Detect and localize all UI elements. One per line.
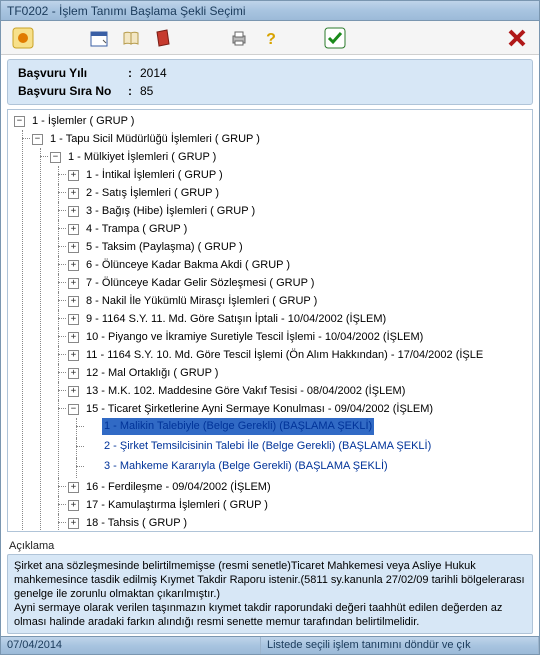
tree-node-label: 7 - Ölünceye Kadar Gelir Sözleşmesi ( GR…: [84, 275, 316, 292]
expand-icon[interactable]: +: [68, 518, 79, 529]
tree-node[interactable]: +10 - Piyango ve İkramiye Suretiyle Tesc…: [68, 329, 425, 346]
tree-node-label: 12 - Mal Ortaklığı ( GRUP ): [84, 365, 220, 382]
tree: − 1 - İşlemler ( GRUP ) − 1 - Tapu Sicil…: [8, 110, 532, 532]
status-message: Listede seçili işlem tanımını döndür ve …: [261, 637, 539, 654]
expand-icon[interactable]: +: [68, 500, 79, 511]
year-label: Başvuru Yılı: [18, 64, 128, 82]
calendar-icon[interactable]: [85, 24, 113, 52]
collapse-icon[interactable]: −: [14, 116, 25, 127]
expand-icon[interactable]: +: [68, 386, 79, 397]
tree-node[interactable]: +4 - Trampa ( GRUP ): [68, 221, 189, 238]
tree-node[interactable]: +9 - 1164 S.Y. 11. Md. Göre Satışın İpta…: [68, 311, 388, 328]
tree-node[interactable]: +3 - Bağış (Hibe) İşlemleri ( GRUP ): [68, 203, 257, 220]
window-title: TF0202 - İşlem Tanımı Başlama Şekli Seçi…: [7, 4, 246, 18]
tree-node[interactable]: +18 - Tahsis ( GRUP ): [68, 515, 189, 532]
tree-node[interactable]: +5 - Taksim (Paylaşma) ( GRUP ): [68, 239, 245, 256]
expand-icon[interactable]: +: [68, 368, 79, 379]
tree-node-label: 17 - Kamulaştırma İşlemleri ( GRUP ): [84, 497, 270, 514]
close-button[interactable]: [503, 24, 531, 52]
tree-node-label: 11 - 1164 S.Y. 10. Md. Göre Tescil İşlem…: [84, 347, 485, 364]
book-open-icon[interactable]: [117, 24, 145, 52]
tree-container[interactable]: − 1 - İşlemler ( GRUP ) − 1 - Tapu Sicil…: [7, 109, 533, 532]
svg-text:?: ?: [266, 31, 276, 48]
tree-node[interactable]: +13 - M.K. 102. Maddesine Göre Vakıf Tes…: [68, 383, 407, 400]
tree-node-label: 10 - Piyango ve İkramiye Suretiyle Tesci…: [84, 329, 425, 346]
tree-node[interactable]: +2 - Satış İşlemleri ( GRUP ): [68, 185, 221, 202]
tree-node-label: 2 - Satış İşlemleri ( GRUP ): [84, 185, 221, 202]
expand-icon[interactable]: +: [68, 224, 79, 235]
header-panel: Başvuru Yılı : 2014 Başvuru Sıra No : 85: [7, 59, 533, 105]
expand-icon[interactable]: +: [68, 296, 79, 307]
expand-icon[interactable]: +: [68, 332, 79, 343]
tree-leaf-label: 3 - Mahkeme Kararıyla (Belge Gerekli) (B…: [102, 458, 390, 475]
seq-label: Başvuru Sıra No: [18, 82, 128, 100]
tree-node-tapu[interactable]: − 1 - Tapu Sicil Müdürlüğü İşlemleri ( G…: [32, 131, 262, 148]
tree-node[interactable]: +11 - 1164 S.Y. 10. Md. Göre Tescil İşle…: [68, 347, 485, 364]
expand-icon[interactable]: −: [68, 404, 79, 415]
tree-node-label: 5 - Taksim (Paylaşma) ( GRUP ): [84, 239, 245, 256]
tree-node-label: 4 - Trampa ( GRUP ): [84, 221, 189, 238]
description-body: Şirket ana sözleşmesinde belirtilmemişse…: [7, 554, 533, 634]
tree-leaf-label: 1 - Malikin Talebiyle (Belge Gerekli) (B…: [102, 418, 374, 435]
expand-icon[interactable]: +: [68, 170, 79, 181]
print-icon[interactable]: [225, 24, 253, 52]
expand-icon[interactable]: +: [68, 188, 79, 199]
tree-node-label: 16 - Ferdileşme - 09/04/2002 (İŞLEM): [84, 479, 273, 496]
titlebar: TF0202 - İşlem Tanımı Başlama Şekli Seçi…: [1, 1, 539, 21]
expand-icon[interactable]: +: [68, 350, 79, 361]
tree-node[interactable]: +7 - Ölünceye Kadar Gelir Sözleşmesi ( G…: [68, 275, 316, 292]
status-date: 07/04/2014: [1, 637, 261, 654]
ok-button[interactable]: [321, 24, 349, 52]
tree-leaf-label: 2 - Şirket Temsilcisinin Talebi İle (Bel…: [102, 438, 433, 455]
tree-node[interactable]: −15 - Ticaret Şirketlerine Ayni Sermaye …: [68, 401, 435, 418]
collapse-icon[interactable]: −: [50, 152, 61, 163]
collapse-icon[interactable]: −: [32, 134, 43, 145]
tree-node-label: 3 - Bağış (Hibe) İşlemleri ( GRUP ): [84, 203, 257, 220]
tree-node[interactable]: +1 - İntikal İşlemleri ( GRUP ): [68, 167, 225, 184]
description-panel: Açıklama Şirket ana sözleşmesinde belirt…: [7, 536, 533, 634]
toolbar: ?: [1, 21, 539, 54]
tree-node-mulkiyet[interactable]: − 1 - Mülkiyet İşlemleri ( GRUP ): [50, 149, 218, 166]
tree-node-label: 1 - İntikal İşlemleri ( GRUP ): [84, 167, 225, 184]
tree-node-label: 18 - Tahsis ( GRUP ): [84, 515, 189, 532]
app-window: TF0202 - İşlem Tanımı Başlama Şekli Seçi…: [0, 0, 540, 655]
year-value: 2014: [140, 64, 167, 82]
tree-node-label: 6 - Ölünceye Kadar Bakma Akdi ( GRUP ): [84, 257, 292, 274]
tree-leaf[interactable]: 1 - Malikin Talebiyle (Belge Gerekli) (B…: [86, 418, 374, 435]
tree-node[interactable]: +8 - Nakil İle Yükümlü Mirasçı İşlemleri…: [68, 293, 319, 310]
description-title: Açıklama: [9, 540, 531, 552]
expand-icon[interactable]: +: [68, 482, 79, 493]
tree-node[interactable]: +17 - Kamulaştırma İşlemleri ( GRUP ): [68, 497, 270, 514]
tree-node-label: 15 - Ticaret Şirketlerine Ayni Sermaye K…: [84, 401, 435, 418]
expand-icon[interactable]: +: [68, 206, 79, 217]
book-red-icon[interactable]: [149, 24, 177, 52]
tree-node-root[interactable]: − 1 - İşlemler ( GRUP ): [14, 113, 136, 130]
expand-icon[interactable]: +: [68, 242, 79, 253]
tree-node[interactable]: +6 - Ölünceye Kadar Bakma Akdi ( GRUP ): [68, 257, 292, 274]
statusbar: 07/04/2014 Listede seçili işlem tanımını…: [1, 636, 539, 654]
expand-icon[interactable]: +: [68, 314, 79, 325]
help-icon[interactable]: ?: [257, 24, 285, 52]
tree-node[interactable]: +16 - Ferdileşme - 09/04/2002 (İŞLEM): [68, 479, 273, 496]
tree-node[interactable]: +12 - Mal Ortaklığı ( GRUP ): [68, 365, 220, 382]
seq-value: 85: [140, 82, 153, 100]
expand-icon[interactable]: +: [68, 278, 79, 289]
tree-leaf[interactable]: 2 - Şirket Temsilcisinin Talebi İle (Bel…: [86, 438, 433, 455]
tree-node-label: 8 - Nakil İle Yükümlü Mirasçı İşlemleri …: [84, 293, 319, 310]
expand-icon[interactable]: +: [68, 260, 79, 271]
tree-node-label: 13 - M.K. 102. Maddesine Göre Vakıf Tesi…: [84, 383, 407, 400]
app-icon: [9, 24, 37, 52]
tree-node-label: 9 - 1164 S.Y. 11. Md. Göre Satışın İptal…: [84, 311, 388, 328]
tree-leaf[interactable]: 3 - Mahkeme Kararıyla (Belge Gerekli) (B…: [86, 458, 390, 475]
